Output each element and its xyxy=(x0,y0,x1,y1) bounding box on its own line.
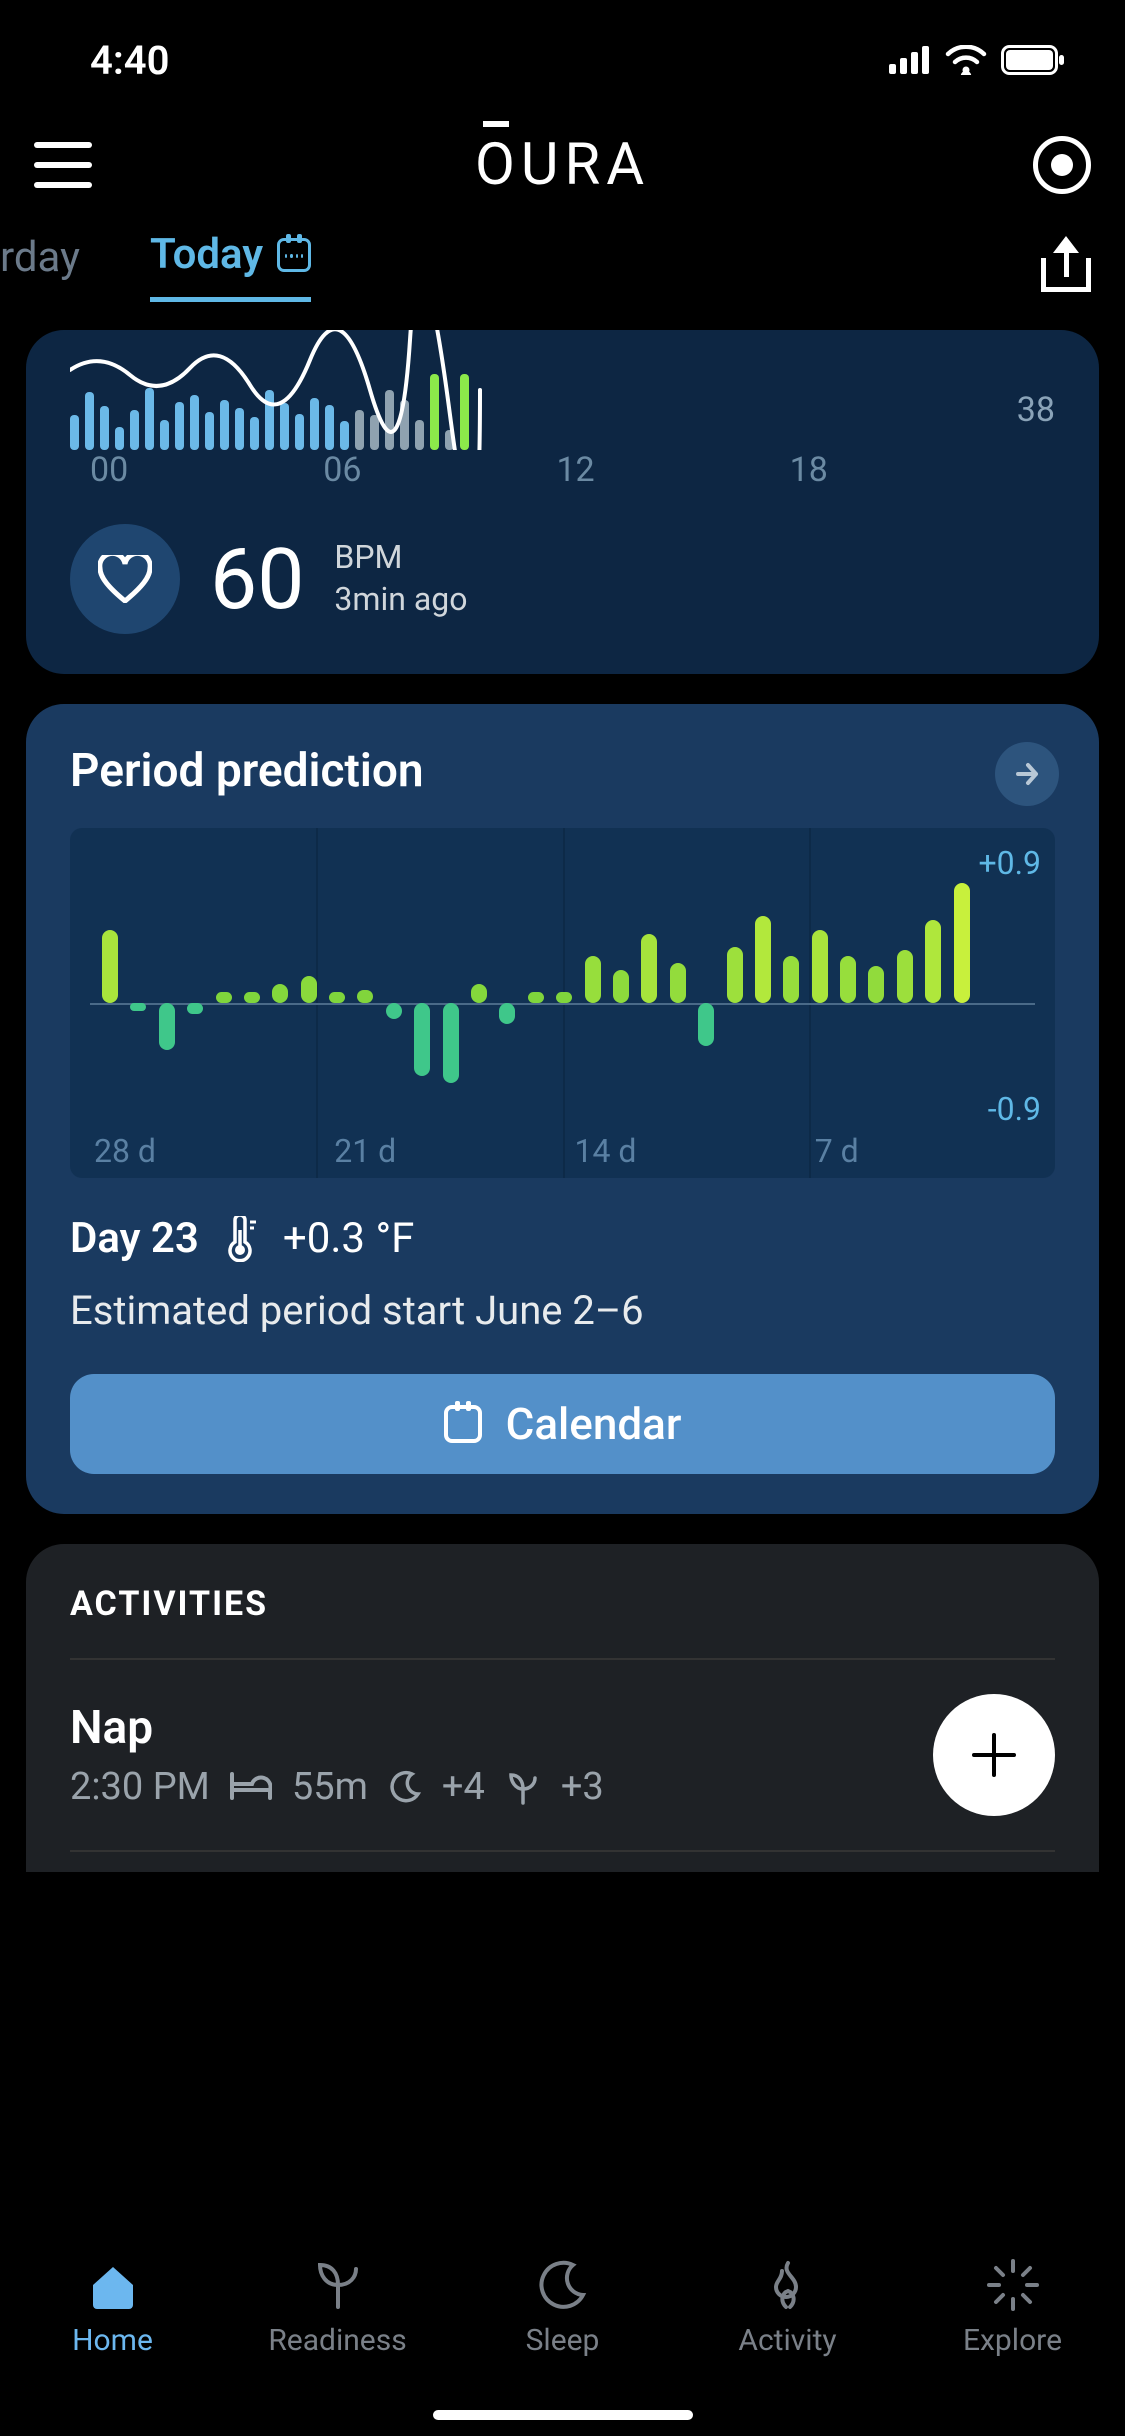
hr-value: 60 xyxy=(210,530,304,629)
calendar-icon xyxy=(277,238,311,272)
logo-text: OURA xyxy=(475,131,650,199)
activity-icon xyxy=(760,2257,816,2313)
status-time: 4:40 xyxy=(90,37,169,84)
nav-home-label: Home xyxy=(72,2323,153,2358)
bottom-nav: Home Readiness Sleep Activity Explore xyxy=(0,2246,1125,2436)
heart-icon[interactable] xyxy=(70,524,180,634)
sprout-icon xyxy=(505,1769,541,1805)
period-day-line: Day 23 +0.3 °F xyxy=(70,1214,1055,1263)
hr-timestamp: 3min ago xyxy=(334,579,467,621)
hr-unit: BPM xyxy=(334,537,467,579)
calendar-button-label: Calendar xyxy=(506,1398,682,1450)
nav-explore-label: Explore xyxy=(963,2323,1062,2358)
nav-readiness[interactable]: Readiness xyxy=(225,2257,450,2436)
heart-rate-card[interactable]: 38 00 06 12 18 60 BPM 3min ago xyxy=(26,330,1099,674)
arrow-right-icon[interactable] xyxy=(995,742,1059,806)
activities-title: ACTIVITIES xyxy=(70,1584,1055,1660)
pred-x-axis: 28 d 21 d 14 d 7 d xyxy=(94,1132,1055,1170)
menu-icon[interactable] xyxy=(34,142,92,188)
activity-sleep-plus: +4 xyxy=(442,1765,485,1809)
tab-previous-day[interactable]: rday xyxy=(0,230,80,302)
status-indicators xyxy=(889,45,1065,75)
home-indicator[interactable] xyxy=(433,2410,693,2420)
nav-home[interactable]: Home xyxy=(0,2257,225,2436)
nav-explore[interactable]: Explore xyxy=(900,2257,1125,2436)
add-activity-button[interactable] xyxy=(933,1694,1055,1816)
hr-min-label: 38 xyxy=(1017,390,1055,430)
period-prediction-card[interactable]: Period prediction +0.9 -0.9 28 d 21 d 14… xyxy=(26,704,1099,1514)
nav-sleep-label: Sleep xyxy=(526,2323,600,2358)
heart-rate-chart: 38 00 06 12 18 xyxy=(70,330,1055,490)
nav-activity-label: Activity xyxy=(738,2323,836,2358)
tab-today[interactable]: Today xyxy=(150,230,311,302)
period-day-label: Day 23 xyxy=(70,1214,199,1263)
activity-recovery-plus: +3 xyxy=(561,1765,604,1809)
activity-name: Nap xyxy=(70,1701,604,1755)
hr-x-axis: 00 06 12 18 xyxy=(90,450,828,490)
nav-activity[interactable]: Activity xyxy=(675,2257,900,2436)
hr-meta: BPM 3min ago xyxy=(334,537,467,620)
cellular-icon xyxy=(889,46,931,74)
calendar-icon xyxy=(444,1405,482,1443)
target-icon[interactable] xyxy=(1033,136,1091,194)
activity-duration: 55m xyxy=(292,1765,368,1809)
home-icon xyxy=(85,2257,141,2313)
nav-readiness-label: Readiness xyxy=(268,2323,406,2358)
period-card-title: Period prediction xyxy=(70,744,1055,798)
calendar-button[interactable]: Calendar xyxy=(70,1374,1055,1474)
hr-line-overlay xyxy=(70,330,490,450)
sleep-icon xyxy=(535,2257,591,2313)
pred-y-min: -0.9 xyxy=(988,1090,1041,1128)
thermometer-icon xyxy=(223,1216,259,1262)
activity-time: 2:30 PM xyxy=(70,1765,210,1809)
temp-delta: +0.3 °F xyxy=(283,1214,414,1263)
share-icon[interactable] xyxy=(1041,238,1091,292)
activity-row[interactable]: Nap 2:30 PM 55m +4 xyxy=(70,1660,1055,1852)
period-chart: +0.9 -0.9 28 d 21 d 14 d 7 d xyxy=(70,828,1055,1178)
date-tabs-row: rday Today xyxy=(0,230,1125,330)
activity-meta: 2:30 PM 55m +4 +3 xyxy=(70,1765,604,1809)
tab-today-label: Today xyxy=(150,230,263,279)
wifi-icon xyxy=(945,45,987,75)
period-estimate: Estimated period start June 2–6 xyxy=(70,1287,1055,1334)
moon-icon xyxy=(388,1770,422,1804)
bed-icon xyxy=(230,1772,272,1802)
status-bar: 4:40 xyxy=(0,0,1125,100)
activities-card: ACTIVITIES Nap 2:30 PM 55m +4 xyxy=(26,1544,1099,1872)
battery-icon xyxy=(1001,45,1065,75)
explore-icon xyxy=(985,2257,1041,2313)
app-header: OURA xyxy=(0,100,1125,230)
plus-icon xyxy=(966,1727,1022,1783)
readiness-icon xyxy=(310,2257,366,2313)
pred-y-max: +0.9 xyxy=(978,844,1041,882)
app-logo: OURA xyxy=(475,131,650,199)
